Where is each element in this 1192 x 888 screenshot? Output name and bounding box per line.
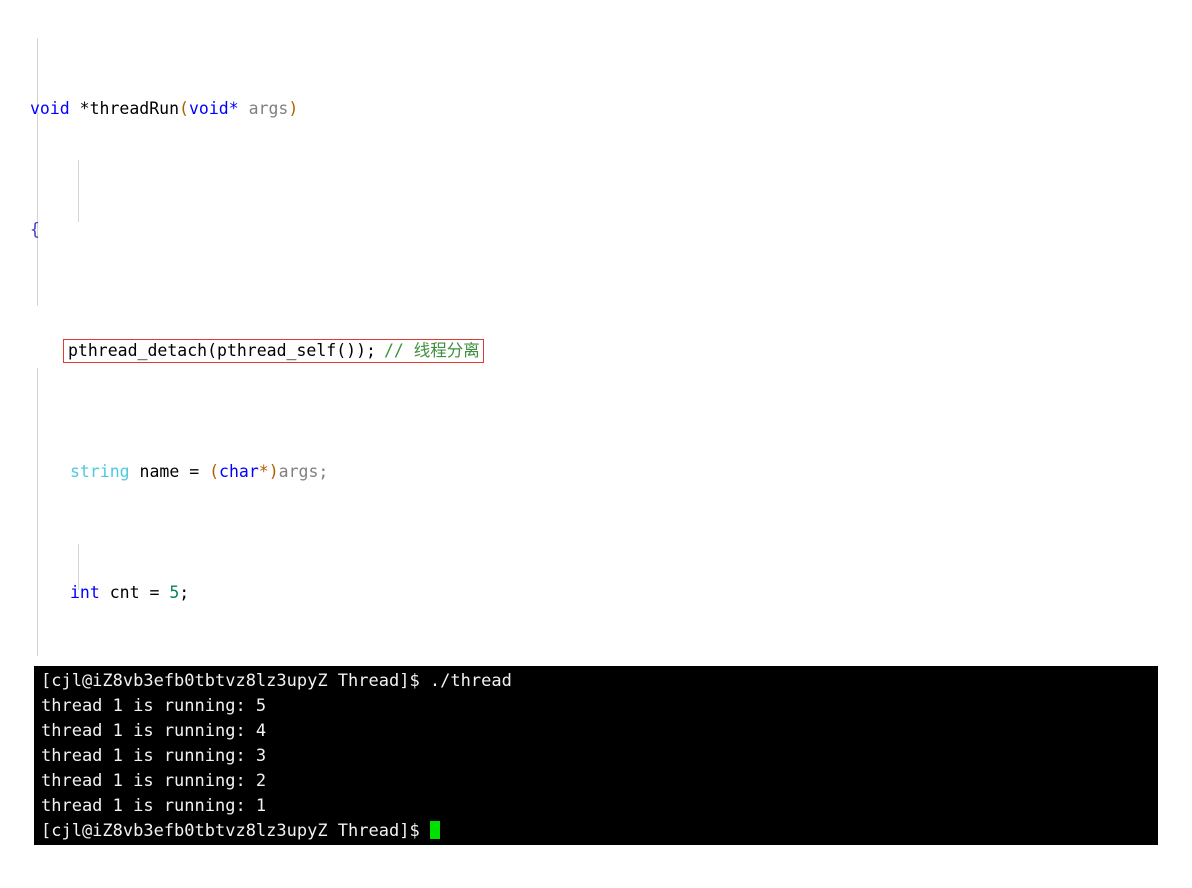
token-param-args: args [238, 98, 289, 118]
token-param-args: args; [278, 461, 329, 481]
terminal-prompt: [cjl@iZ8vb3efb0tbtvz8lz3upyZ Thread]$ [41, 821, 430, 841]
token-function-threadrun: *threadRun [69, 98, 180, 118]
terminal-line: thread 1 is running: 2 [41, 771, 267, 791]
terminal-line: thread 1 is running: 3 [41, 746, 267, 766]
terminal-cursor [429, 821, 440, 839]
code-line-highlighted[interactable]: pthread_detach(pthread_self()); // 线程分离 [0, 338, 1192, 363]
token-comment-chinese: // 线程分离 [383, 340, 480, 360]
red-highlight-box: pthread_detach(pthread_self()); // 线程分离 [63, 338, 484, 363]
terminal-prompt-line[interactable]: [cjl@iZ8vb3efb0tbtvz8lz3upyZ Thread]$ [34, 819, 1158, 844]
token-number-5: 5 [169, 582, 180, 602]
terminal-line: [cjl@iZ8vb3efb0tbtvz8lz3upyZ Thread]$ ./… [41, 671, 512, 691]
terminal-pane[interactable]: [cjl@iZ8vb3efb0tbtvz8lz3upyZ Thread]$ ./… [34, 666, 1158, 845]
token-keyword-int: int [70, 582, 100, 602]
token-ident-name: name = [129, 461, 210, 481]
code-editor-pane[interactable]: void *threadRun(void* args) { pthread_de… [0, 0, 1192, 662]
terminal-line: thread 1 is running: 4 [41, 721, 267, 741]
code-line[interactable]: void *threadRun(void* args) [0, 97, 1192, 121]
token-brace-open: { [30, 219, 40, 239]
token-star: * [258, 461, 269, 481]
token-type-string: string [70, 461, 130, 481]
token-paren-close: ) [288, 98, 299, 118]
token-keyword-voidptr: void* [188, 98, 239, 118]
token-keyword-char: char [219, 461, 259, 481]
token-paren: ( [179, 98, 189, 118]
code-line[interactable]: int cnt = 5; [0, 581, 1192, 605]
token-semicolon: ; [179, 582, 190, 602]
terminal-line: thread 1 is running: 1 [41, 796, 267, 816]
code-content[interactable]: void *threadRun(void* args) { pthread_de… [0, 0, 1192, 662]
code-line[interactable]: string name = (char*)args; [0, 460, 1192, 484]
token-paren-close: ) [268, 461, 279, 481]
token-call-pthread-detach: pthread_detach(pthread_self()); [68, 340, 376, 360]
code-line[interactable]: { [0, 218, 1192, 242]
token-keyword-void: void [30, 98, 70, 118]
terminal-line: thread 1 is running: 5 [41, 696, 267, 716]
token-ident-cnt: cnt = [99, 582, 170, 602]
token-paren: ( [209, 461, 220, 481]
